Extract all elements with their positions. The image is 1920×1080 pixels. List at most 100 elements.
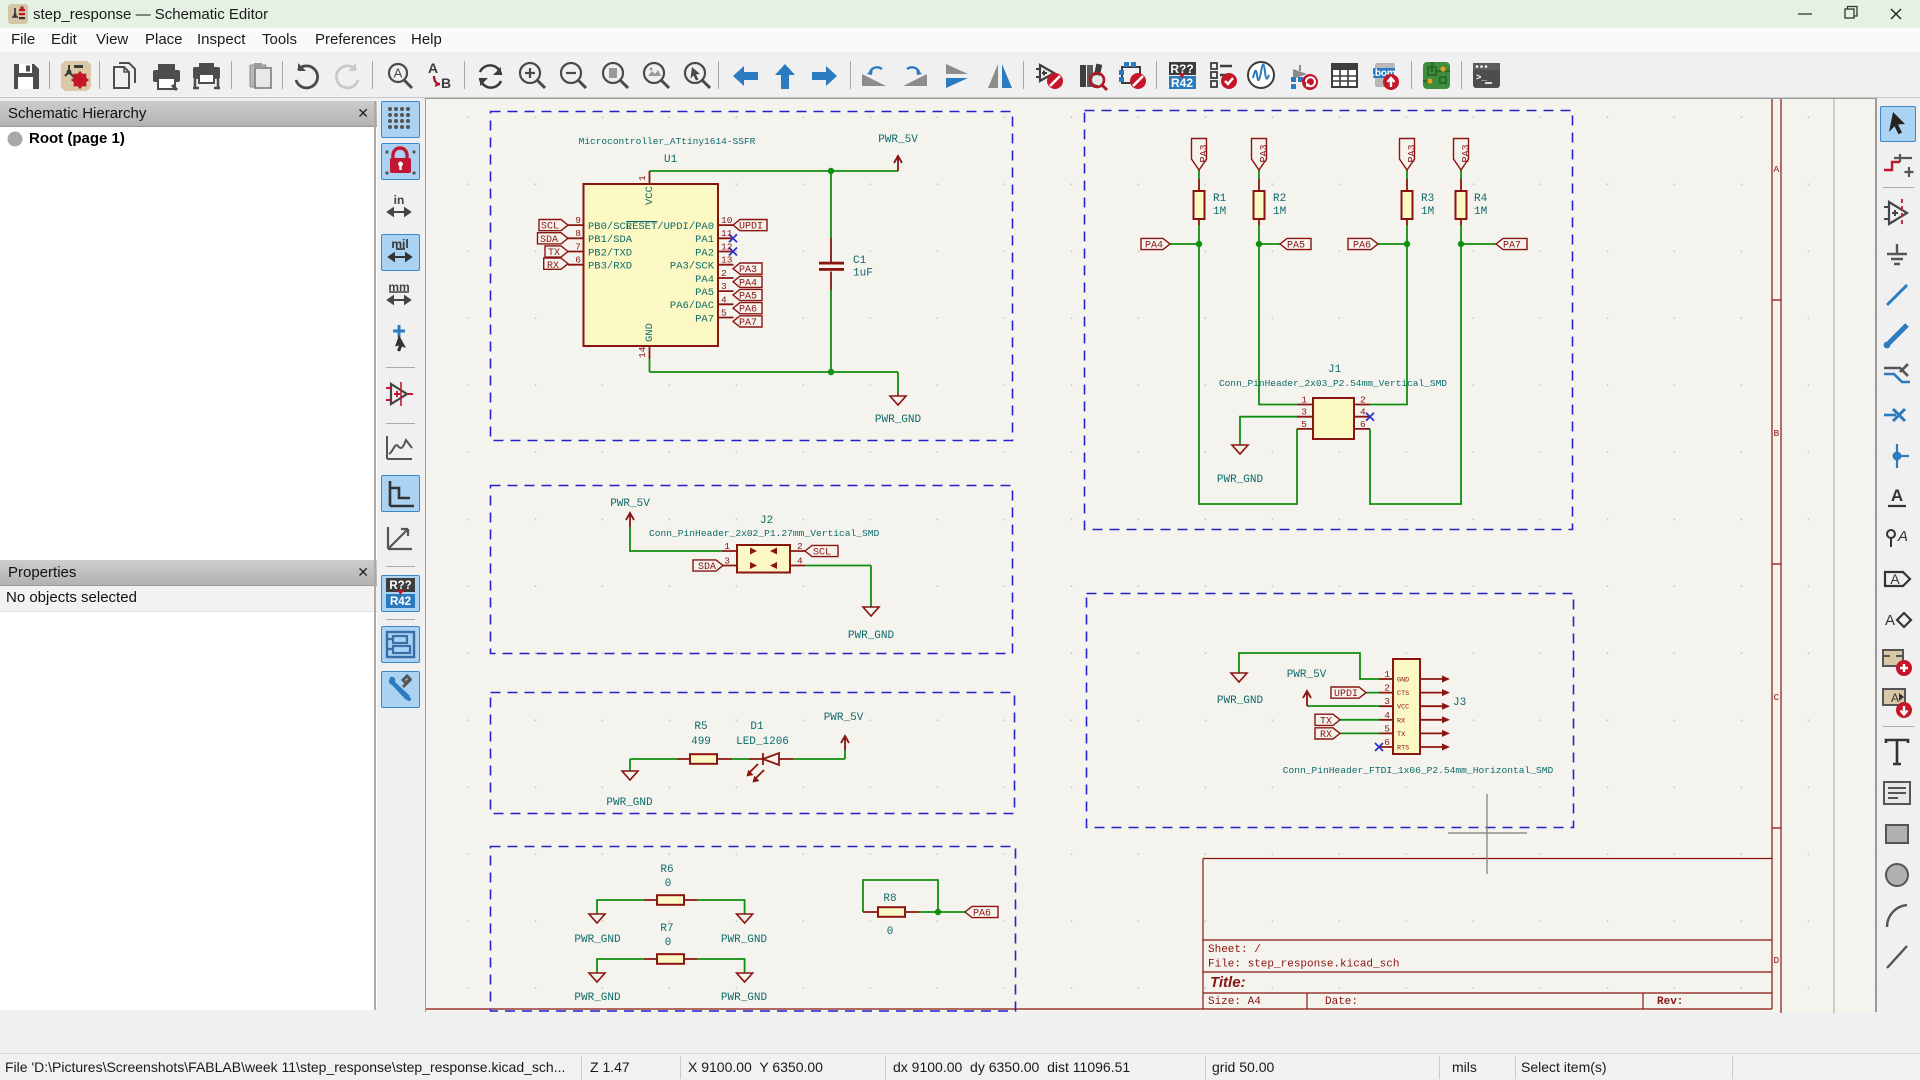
svg-text:A: A (1774, 164, 1780, 175)
svg-text:PWR_GND: PWR_GND (1217, 695, 1264, 707)
svg-text:3: 3 (721, 281, 727, 292)
svg-text:PWR_GND: PWR_GND (721, 992, 768, 1004)
svg-text:2: 2 (1384, 683, 1390, 694)
svg-text:PA2: PA2 (695, 247, 714, 259)
svg-text:PA5: PA5 (739, 292, 757, 303)
svg-text:R5: R5 (694, 721, 707, 733)
svg-text:Sheet: /: Sheet: / (1208, 944, 1261, 956)
svg-text:8: 8 (575, 228, 581, 239)
svg-text:4: 4 (1360, 407, 1366, 418)
svg-text:RTS: RTS (1397, 745, 1409, 753)
svg-text:R42: R42 (1171, 76, 1193, 90)
svg-text:5: 5 (1384, 723, 1390, 734)
svg-text:A: A (1891, 486, 1903, 505)
svg-text:PA5: PA5 (695, 287, 714, 299)
svg-text:A: A (1890, 571, 1900, 587)
svg-text:0: 0 (887, 926, 894, 938)
svg-text:PA3: PA3 (1461, 144, 1472, 162)
svg-text:PA4: PA4 (695, 274, 714, 286)
svg-text:in: in (394, 193, 405, 207)
svg-text:>_: >_ (1476, 73, 1487, 83)
svg-text:J3: J3 (1453, 697, 1466, 709)
svg-text:PA6: PA6 (1353, 241, 1371, 252)
svg-text:1M: 1M (1273, 206, 1286, 218)
svg-text:GND: GND (644, 323, 656, 342)
svg-text:4: 4 (721, 294, 727, 305)
svg-text:R2: R2 (1273, 193, 1286, 205)
svg-text:B: B (441, 75, 451, 90)
svg-text:PWR_5V: PWR_5V (610, 498, 650, 510)
svg-text:VCC: VCC (644, 186, 656, 205)
svg-text:File: step_response.kicad_sch: File: step_response.kicad_sch (1208, 959, 1399, 971)
svg-text:PA7: PA7 (695, 313, 714, 325)
svg-text:1: 1 (637, 175, 648, 181)
svg-text:R3: R3 (1421, 193, 1434, 205)
svg-text:SCL: SCL (813, 548, 831, 559)
svg-text:1: 1 (1384, 669, 1390, 680)
svg-text:A: A (394, 66, 403, 81)
svg-text:1M: 1M (1474, 206, 1487, 218)
svg-text:RX: RX (547, 261, 559, 272)
svg-text:5: 5 (1301, 419, 1307, 430)
svg-text:PWR_5V: PWR_5V (824, 712, 864, 724)
svg-text:1uF: 1uF (853, 268, 873, 280)
svg-text:R8: R8 (883, 893, 896, 905)
svg-text:11: 11 (721, 228, 733, 239)
svg-text:0: 0 (665, 937, 672, 949)
svg-text:Conn_PinHeader_2x03_P2.54mm_Ve: Conn_PinHeader_2x03_P2.54mm_Vertical_SMD (1219, 378, 1447, 389)
svg-text:J1: J1 (1328, 364, 1342, 376)
svg-text:3: 3 (1301, 407, 1307, 418)
svg-text:Date:: Date: (1325, 996, 1358, 1008)
svg-text:A: A (1891, 691, 1899, 705)
svg-text:J2: J2 (760, 515, 773, 527)
svg-text:C: C (1774, 692, 1780, 703)
svg-text:GND: GND (1397, 677, 1409, 685)
svg-text:2: 2 (797, 541, 803, 552)
svg-text:PA6/DAC: PA6/DAC (670, 300, 714, 312)
svg-text:R1: R1 (1213, 193, 1227, 205)
svg-text:PB1/SDA: PB1/SDA (588, 234, 633, 246)
svg-text:SDA: SDA (698, 562, 716, 573)
svg-text:UPDI: UPDI (1334, 689, 1358, 700)
svg-text:R6: R6 (660, 864, 673, 876)
svg-text:R4: R4 (1474, 193, 1488, 205)
svg-text:Size: A4: Size: A4 (1208, 996, 1261, 1008)
svg-text:2: 2 (721, 268, 727, 279)
svg-text:PWR_GND: PWR_GND (848, 630, 895, 642)
svg-text:Microcontroller_ATtiny1614-SSF: Microcontroller_ATtiny1614-SSFR (579, 136, 756, 147)
svg-text:TX: TX (548, 248, 560, 259)
svg-text:TX: TX (1320, 716, 1332, 727)
svg-text:SDA: SDA (540, 235, 558, 246)
svg-text:RX: RX (1397, 717, 1405, 725)
svg-text:CTS: CTS (1397, 690, 1409, 698)
svg-text:PA3: PA3 (1407, 144, 1418, 162)
svg-text:Conn_PinHeader_FTDI_1x06_P2.54: Conn_PinHeader_FTDI_1x06_P2.54mm_Horizon… (1283, 765, 1554, 776)
svg-text:PA1: PA1 (695, 234, 714, 246)
svg-text:VCC: VCC (1397, 704, 1409, 712)
svg-text:PWR_GND: PWR_GND (1217, 474, 1264, 486)
svg-text:PWR_GND: PWR_GND (721, 934, 768, 946)
svg-text:C1: C1 (853, 255, 867, 267)
svg-text:PB3/RXD: PB3/RXD (588, 261, 632, 273)
svg-text:PA5: PA5 (1287, 241, 1305, 252)
svg-text:B: B (1774, 428, 1780, 439)
svg-text:7: 7 (575, 241, 581, 252)
svg-text:4: 4 (1384, 710, 1390, 721)
svg-text:PWR_GND: PWR_GND (574, 992, 621, 1004)
svg-text:1M: 1M (1421, 206, 1434, 218)
svg-text:PA3/SCK: PA3/SCK (670, 261, 715, 273)
svg-text:PA3: PA3 (1259, 144, 1270, 162)
svg-text:RESET/UPDI/PA0: RESET/UPDI/PA0 (626, 221, 714, 233)
svg-text:1: 1 (724, 541, 730, 552)
svg-text:PWR_GND: PWR_GND (606, 797, 653, 809)
svg-text:PWR_GND: PWR_GND (574, 934, 621, 946)
svg-text:2: 2 (1360, 395, 1366, 406)
svg-text:PA6: PA6 (739, 305, 757, 316)
svg-text:D: D (1774, 955, 1780, 966)
svg-text:SCL: SCL (541, 222, 559, 233)
svg-text:TX: TX (1397, 731, 1405, 739)
svg-text:3: 3 (724, 556, 730, 567)
svg-text:6: 6 (1360, 419, 1366, 430)
svg-text:PA7: PA7 (1503, 241, 1521, 252)
svg-text:PA7: PA7 (739, 318, 757, 329)
